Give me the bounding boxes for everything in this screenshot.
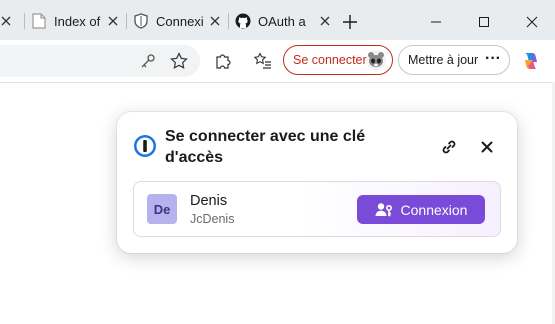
favorite-button[interactable] (167, 49, 191, 73)
tab-oauth[interactable]: OAuth a (235, 7, 333, 35)
close-icon[interactable] (207, 13, 223, 29)
account-username: JcDenis (190, 212, 235, 226)
close-icon[interactable] (317, 13, 333, 29)
toolbar: Se connecter Mettre à jour ··· (0, 40, 555, 83)
update-label: Mettre à jour (408, 53, 479, 67)
sign-in-label: Se connecter (293, 53, 367, 67)
tab-strip: Index of Connexi OAuth a (0, 0, 555, 40)
github-icon (235, 13, 251, 29)
tab-separator (126, 13, 127, 29)
password-key-button[interactable] (136, 49, 160, 73)
sign-in-button[interactable]: Se connecter (283, 45, 393, 75)
puzzle-icon (216, 54, 231, 69)
update-button[interactable]: Mettre à jour ··· (398, 45, 510, 75)
passkey-popup: Se connecter avec une clé d'accès De Den… (117, 112, 517, 253)
link-icon (442, 140, 456, 154)
connect-label: Connexion (400, 201, 468, 218)
close-icon[interactable] (0, 13, 14, 29)
more-menu-icon[interactable]: ··· (485, 50, 501, 68)
account-avatar: De (147, 194, 177, 224)
person-key-icon (375, 202, 393, 218)
connect-button[interactable]: Connexion (357, 195, 485, 224)
maximize-icon (479, 17, 489, 27)
tab-label: OAuth a (258, 13, 306, 29)
tab-index[interactable]: Index of (31, 7, 121, 35)
file-icon (31, 13, 47, 29)
maximize-button[interactable] (472, 10, 496, 34)
copilot-button[interactable] (519, 49, 543, 73)
popup-close-button[interactable] (476, 136, 498, 158)
favorites-list-icon (254, 52, 271, 69)
star-icon (170, 52, 188, 69)
tab-label: Connexi (156, 13, 204, 29)
account-card[interactable]: De Denis JcDenis Connexion (133, 181, 501, 237)
tab-separator (24, 13, 25, 29)
minimize-button[interactable] (424, 10, 448, 34)
extensions-button[interactable] (211, 49, 235, 73)
favorites-button[interactable] (251, 49, 275, 73)
tab-partial[interactable] (0, 7, 16, 35)
profile-avatar-icon (364, 48, 388, 72)
tab-connexion[interactable]: Connexi (133, 7, 223, 35)
popup-title: Se connecter avec une clé d'accès (165, 128, 366, 166)
minimize-icon (431, 21, 441, 23)
key-icon (141, 54, 155, 68)
shield-icon (133, 13, 149, 29)
close-icon (481, 141, 493, 153)
tab-separator (228, 13, 229, 29)
close-icon[interactable] (105, 13, 121, 29)
new-tab-button[interactable] (338, 10, 362, 34)
account-name: Denis (190, 193, 228, 209)
password-manager-logo-icon (133, 134, 157, 158)
copilot-icon (525, 53, 537, 69)
close-window-button[interactable] (520, 10, 544, 34)
close-icon (526, 16, 538, 28)
plus-icon (343, 15, 357, 29)
tab-label: Index of (54, 13, 101, 29)
pin-button[interactable] (438, 136, 460, 158)
